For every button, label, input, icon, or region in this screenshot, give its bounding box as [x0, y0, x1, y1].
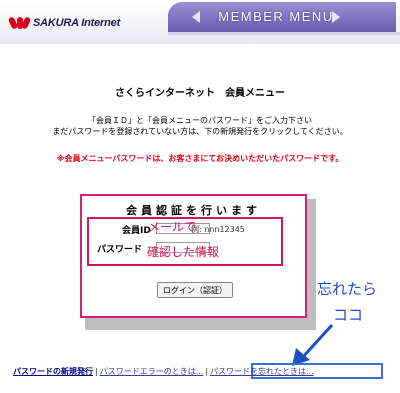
left-arrow-icon	[192, 11, 200, 23]
password-error-link[interactable]: パスワードエラーのときは...	[100, 367, 204, 376]
header-divider	[168, 32, 400, 35]
link-separator: |	[95, 367, 98, 376]
page-title: さくらインターネット 会員メニュー	[115, 88, 285, 99]
new-password-link[interactable]: パスワードの新規発行	[13, 367, 93, 376]
auth-heading: 会員認証を行います	[126, 204, 261, 217]
annotation-confirmed-info: 確認した情報	[147, 245, 220, 259]
logo-text: SAKURA Internet	[33, 17, 121, 29]
member-menu-label: MEMBER MENU	[218, 9, 334, 24]
annotation-forgot-line-2: ココ	[333, 306, 364, 324]
annotation-arrow-icon	[292, 323, 334, 366]
annotation-forgot-line-1: 忘れたら	[317, 280, 378, 298]
site-header: SAKURA Internet MEMBER MENU	[0, 0, 400, 44]
right-arrow-icon	[332, 11, 340, 23]
annotation-via-mail: メールで	[148, 220, 197, 234]
member-menu-banner: MEMBER MENU	[168, 2, 396, 32]
link-separator-2: |	[205, 367, 209, 376]
sakura-logo-icon	[7, 13, 32, 33]
sakura-logo[interactable]: SAKURA Internet	[7, 13, 121, 33]
footer-links: パスワードの新規発行 | パスワードエラーのときは... | パスワードを忘れたときは.…	[13, 366, 314, 377]
instruction-line-2: まだパスワードを登録されていない方は、下の新規発行をクリックしてください。	[52, 127, 348, 136]
password-warning: ※会員メニューパスワードは、お客さまにてお決めいただいたパスワードです。	[56, 154, 344, 163]
instruction-line-1: 「会員ＩＤ」と「会員メニューのパスワード」をご入力下さい	[88, 116, 312, 125]
login-button[interactable]: ログイン（認証）	[157, 282, 233, 298]
forgot-password-link[interactable]: パスワードを忘れたときは...	[210, 367, 314, 376]
